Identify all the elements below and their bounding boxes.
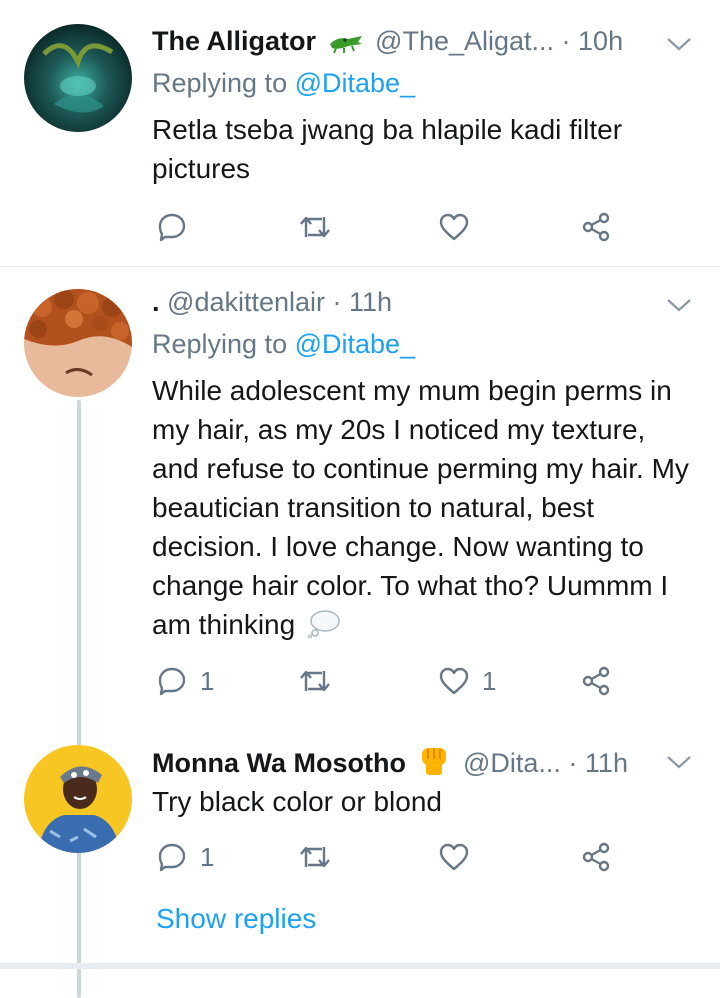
share-button[interactable] xyxy=(580,661,612,701)
tweet-actions: 1 1 xyxy=(152,661,712,701)
tweet-actions xyxy=(152,207,712,247)
heart-icon xyxy=(438,665,470,697)
tweet-actions: 1 xyxy=(152,837,712,877)
divider xyxy=(0,963,720,969)
retweet-icon xyxy=(298,665,332,697)
share-icon xyxy=(580,211,612,243)
heart-icon xyxy=(438,841,470,873)
retweet-icon xyxy=(298,211,332,243)
retweet-button[interactable] xyxy=(298,661,332,701)
crocodile-emoji-icon xyxy=(328,30,364,61)
share-button[interactable] xyxy=(580,207,612,247)
like-button[interactable] xyxy=(438,837,470,877)
avatar[interactable] xyxy=(24,24,132,132)
replying-to-handle[interactable]: @Ditabe_ xyxy=(295,68,415,98)
reply-icon xyxy=(156,841,188,873)
display-name[interactable]: . xyxy=(152,287,160,317)
handle-and-time[interactable]: @The_Aligat... · 10h xyxy=(375,26,623,56)
tweet-text: Retla tseba jwang ba hlapile kadi filter… xyxy=(152,114,623,184)
tweet-3[interactable]: Monna Wa Mosotho @Dita... · 11h Try blac… xyxy=(0,727,720,897)
chevron-down-icon[interactable] xyxy=(666,28,692,59)
tweet-text: While adolescent my mum begin perms in m… xyxy=(152,371,690,648)
retweet-icon xyxy=(298,841,332,873)
retweet-button[interactable] xyxy=(298,207,332,247)
show-replies-link[interactable]: Show replies xyxy=(156,903,316,935)
share-icon xyxy=(580,841,612,873)
reply-button[interactable]: 1 xyxy=(156,661,214,701)
chevron-down-icon[interactable] xyxy=(666,746,692,777)
thread-dots xyxy=(77,909,81,936)
replying-to-handle[interactable]: @Ditabe_ xyxy=(295,329,415,359)
tweet-2[interactable]: . @dakittenlair · 11h Replying to @Ditab… xyxy=(0,267,720,998)
display-name[interactable]: Monna Wa Mosotho xyxy=(152,748,406,778)
tweet-text: Try black color or blond xyxy=(152,786,442,817)
like-button[interactable] xyxy=(438,207,470,247)
avatar[interactable] xyxy=(24,745,132,853)
retweet-button[interactable] xyxy=(298,837,332,877)
avatar[interactable] xyxy=(24,289,132,397)
like-button[interactable]: 1 xyxy=(438,661,496,701)
reply-count: 1 xyxy=(200,841,215,872)
share-icon xyxy=(580,665,612,697)
handle-and-time[interactable]: @dakittenlair · 11h xyxy=(167,287,392,317)
thought-balloon-icon xyxy=(307,608,341,648)
display-name[interactable]: The Alligator xyxy=(152,26,316,56)
reply-count: 1 xyxy=(200,665,215,696)
reply-icon xyxy=(156,665,188,697)
tweet-header: Monna Wa Mosotho @Dita... · 11h xyxy=(152,744,698,784)
reply-button[interactable] xyxy=(156,207,188,247)
handle-and-time[interactable]: @Dita... · 11h xyxy=(463,748,628,778)
replying-to: Replying to @Ditabe_ xyxy=(152,329,416,359)
reply-icon xyxy=(156,211,188,243)
tweet-1[interactable]: The Alligator @The_Aligat... · 10h Reply… xyxy=(0,0,720,266)
tweet-header: The Alligator @The_Aligat... · 10h xyxy=(152,26,698,66)
heart-icon xyxy=(438,211,470,243)
reply-button[interactable]: 1 xyxy=(156,837,214,877)
share-button[interactable] xyxy=(580,837,612,877)
replying-to: Replying to @Ditabe_ xyxy=(152,68,416,98)
like-count: 1 xyxy=(482,665,497,696)
chevron-down-icon[interactable] xyxy=(666,289,692,320)
raised-fist-icon xyxy=(417,744,451,783)
tweet-header: . @dakittenlair · 11h xyxy=(152,287,698,327)
